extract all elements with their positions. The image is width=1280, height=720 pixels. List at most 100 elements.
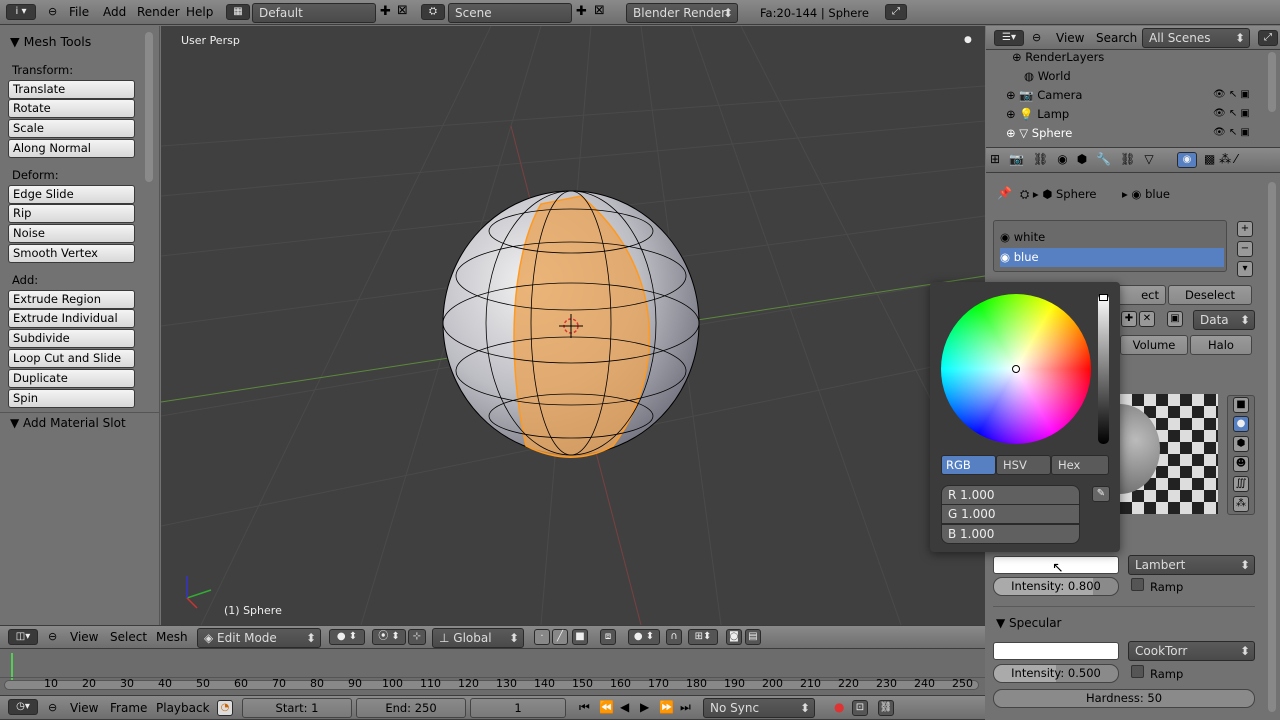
breadcrumb-object[interactable]: ⛭ ▸ ⬢ Sphere — [1020, 187, 1097, 202]
vertex-select-icon[interactable]: · — [534, 629, 550, 645]
specular-intensity-slider[interactable]: Intensity: 0.500 — [993, 664, 1119, 683]
menu-select[interactable]: Select — [110, 630, 147, 644]
info-editor-icon[interactable]: i ▾ — [6, 4, 36, 20]
diffuse-intensity-slider[interactable]: Intensity: 0.800 — [993, 577, 1119, 596]
fullscreen-icon[interactable]: ⤢ — [885, 4, 907, 20]
pin-icon[interactable]: 📌 — [997, 186, 1012, 200]
timeline-menu-playback[interactable]: Playback — [156, 701, 210, 715]
sync-select[interactable]: No Sync ⬍ — [703, 698, 815, 718]
layout-field[interactable]: Default — [252, 3, 376, 23]
new-material-icon[interactable]: ✚ — [1121, 311, 1137, 327]
keyframe-link-icon[interactable]: ⛓ — [878, 700, 894, 716]
outliner-filter-select[interactable]: All Scenes ⬍ — [1142, 28, 1250, 48]
material-tab-icon[interactable]: ◉ — [1177, 152, 1197, 168]
menu-help[interactable]: Help — [186, 5, 213, 19]
deselect-button[interactable]: Deselect — [1168, 285, 1252, 305]
pivot-icon[interactable]: ⦿ ⬍ — [372, 629, 406, 645]
next-keyframe-icon[interactable]: ⏩ — [659, 700, 674, 714]
timeline-collapse-icon[interactable]: ⊖ — [48, 701, 57, 714]
value-slider-handle[interactable] — [1099, 294, 1108, 301]
outliner-menu-search[interactable]: Search — [1096, 31, 1137, 45]
view3d-editor-icon[interactable]: ◫▾ — [8, 629, 38, 645]
collapse-icon[interactable]: ⊖ — [48, 5, 57, 18]
value-slider[interactable] — [1098, 294, 1109, 444]
current-frame-field[interactable]: 1 — [470, 698, 566, 718]
volume-tab[interactable]: Volume — [1120, 335, 1188, 355]
jump-start-icon[interactable]: ⏮ — [579, 700, 590, 715]
add-scene-icon[interactable]: ✚ — [576, 4, 587, 19]
preview-range-icon[interactable]: ◔ — [217, 700, 233, 716]
eyedropper-icon[interactable]: ✎ — [1092, 486, 1110, 502]
manipulator-icon[interactable]: ⊹ — [408, 629, 426, 645]
edge-select-icon[interactable]: ╱ — [552, 629, 568, 645]
render-preview-icon[interactable]: ◙ — [726, 629, 742, 645]
remove-scene-icon[interactable]: ⊠ — [594, 3, 605, 18]
remove-slot-icon[interactable]: − — [1237, 241, 1253, 257]
outliner-item-sphere[interactable]: ⊕ ▽ Sphere — [1006, 124, 1072, 143]
specular-ramp-checkbox[interactable] — [1131, 665, 1144, 678]
fake-user-icon[interactable]: ▣ — [1167, 311, 1183, 327]
outliner-item-camera[interactable]: ⊕ 📷 Camera — [1006, 86, 1082, 105]
viewport-corner-icon[interactable]: ● — [964, 35, 972, 45]
hardness-field[interactable]: Hardness: 50 — [993, 689, 1255, 708]
hex-tab[interactable]: Hex — [1051, 455, 1109, 475]
visibility-eye-icon[interactable]: 👁 ↖ ▣ — [1213, 127, 1250, 138]
shelf-scrollbar[interactable] — [145, 32, 153, 182]
menu-mesh[interactable]: Mesh — [156, 630, 188, 644]
b-field[interactable]: B 1.000 — [941, 524, 1080, 544]
viewport-3d[interactable]: User Persp ● (1) Sphere — [161, 26, 985, 625]
breadcrumb-material[interactable]: ▸ ◉ blue — [1122, 187, 1170, 201]
texture-tab-icon[interactable]: ▩ ⁂ ⁄ — [1204, 152, 1237, 166]
rgb-tab[interactable]: RGB — [941, 455, 996, 475]
start-frame-field[interactable]: Start: 1 — [242, 698, 352, 718]
timeline-scrollbar[interactable] — [4, 680, 979, 690]
extrude-individual-button[interactable]: Extrude Individual — [8, 309, 135, 328]
outliner-item-renderlayers[interactable]: ⊕ RenderLayers — [1012, 48, 1104, 67]
outliner-editor-icon[interactable]: ☰▾ — [994, 30, 1024, 46]
along-normal-button[interactable]: Along Normal — [8, 139, 135, 158]
subdivide-button[interactable]: Subdivide — [8, 329, 135, 348]
preview-cube-icon[interactable]: ⬢ — [1233, 436, 1249, 452]
preview-hair-icon[interactable]: ∭ — [1233, 476, 1249, 492]
occlude-icon[interactable]: ⧈ — [600, 629, 616, 645]
diffuse-shader-select[interactable]: Lambert ⬍ — [1128, 555, 1255, 575]
preview-sky-icon[interactable]: ⁂ — [1233, 496, 1249, 512]
specular-color-swatch[interactable] — [993, 642, 1119, 660]
shading-icon[interactable]: ● ⬍ — [329, 629, 365, 645]
jump-end-icon[interactable]: ⏭ — [680, 700, 691, 715]
preview-sphere-icon[interactable]: ● — [1233, 416, 1249, 432]
visibility-eye-icon[interactable]: 👁 ↖ ▣ — [1213, 89, 1250, 100]
specular-header[interactable]: ▼ Specular — [996, 616, 1062, 630]
play-reverse-icon[interactable]: ◀ — [620, 700, 629, 714]
scale-button[interactable]: Scale — [8, 119, 135, 138]
menu-render[interactable]: Render — [137, 5, 180, 19]
timeline-editor-icon[interactable]: ◷▾ — [8, 699, 38, 715]
add-material-slot-header[interactable]: ▼ Add Material Slot — [10, 416, 126, 430]
specular-shader-select[interactable]: CookTorr ⬍ — [1128, 641, 1255, 661]
properties-scrollbar[interactable] — [1268, 182, 1276, 712]
outliner-collapse-icon[interactable]: ⊖ — [1032, 31, 1041, 44]
diffuse-ramp-checkbox[interactable] — [1131, 578, 1144, 591]
halo-tab[interactable]: Halo — [1190, 335, 1252, 355]
render-anim-icon[interactable]: ▤ — [745, 629, 761, 645]
outliner-menu-view[interactable]: View — [1056, 31, 1084, 45]
outliner-fullscreen-icon[interactable]: ⤢ — [1258, 30, 1278, 46]
add-layout-icon[interactable]: ✚ — [380, 4, 391, 19]
prev-keyframe-icon[interactable]: ⏪ — [599, 700, 614, 714]
menu-add[interactable]: Add — [103, 5, 126, 19]
data-link-select[interactable]: Data ⬍ — [1193, 310, 1255, 330]
color-wheel-cursor[interactable] — [1012, 365, 1020, 373]
timeline-menu-frame[interactable]: Frame — [110, 701, 147, 715]
render-engine-select[interactable]: Blender Render ⬍ — [626, 3, 738, 23]
properties-tab-icons[interactable]: ⊞📷⛓◉⬢🔧⛓▽ — [990, 152, 1163, 166]
edge-slide-button[interactable]: Edge Slide — [8, 185, 135, 204]
menu-file[interactable]: File — [69, 5, 89, 19]
extrude-region-button[interactable]: Extrude Region — [8, 290, 135, 309]
record-icon[interactable]: ● — [834, 700, 844, 714]
outliner-scrollbar[interactable] — [1268, 52, 1276, 112]
slot-menu-icon[interactable]: ▾ — [1237, 261, 1253, 277]
add-slot-icon[interactable]: + — [1237, 221, 1253, 237]
loop-cut-button[interactable]: Loop Cut and Slide — [8, 349, 135, 368]
hsv-tab[interactable]: HSV — [996, 455, 1051, 475]
duplicate-button[interactable]: Duplicate — [8, 369, 135, 388]
